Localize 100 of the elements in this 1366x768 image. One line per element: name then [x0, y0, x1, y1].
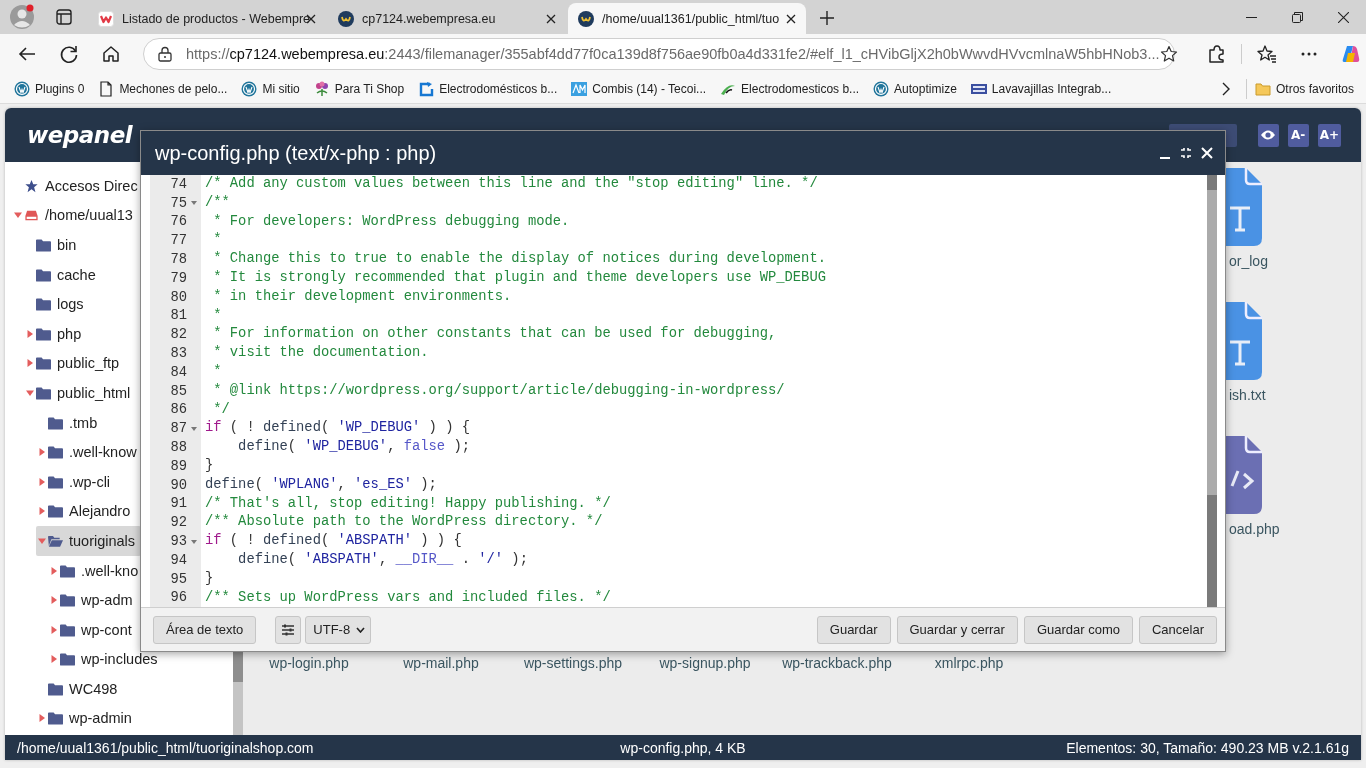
- expand-arrow-icon[interactable]: [38, 477, 46, 486]
- expand-arrow-icon[interactable]: [50, 655, 58, 664]
- code-line: *: [212, 306, 223, 325]
- file-name[interactable]: oad.php: [1229, 521, 1299, 537]
- tree-item[interactable]: .tmb: [36, 407, 104, 438]
- fold-arrow-icon[interactable]: [191, 201, 197, 206]
- bookmark[interactable]: Mi sitio: [237, 80, 304, 97]
- file-name[interactable]: xmlrpc.php: [934, 655, 1004, 671]
- code-line: /* Add any custom values between this line and the "stop editing" line. */: [205, 175, 819, 193]
- bookmark[interactable]: Electrodomesticos b...: [716, 80, 864, 97]
- logo: wepanel: [27, 122, 133, 148]
- font-size-button[interactable]: A-: [1287, 123, 1309, 147]
- fullscreen-icon[interactable]: [1180, 147, 1192, 159]
- tree-item[interactable]: .wp-cli: [36, 466, 117, 497]
- lock-icon[interactable]: [158, 46, 172, 62]
- tree-item[interactable]: Accesos Direc: [12, 171, 144, 201]
- profile-icon[interactable]: [9, 4, 35, 30]
- bookmark[interactable]: Combis (14) - Tecoi...: [567, 80, 711, 97]
- expand-arrow-icon[interactable]: [14, 211, 22, 220]
- expand-arrow-icon[interactable]: [38, 714, 46, 723]
- expand-arrow-icon[interactable]: [26, 329, 34, 338]
- bookmark[interactable]: Autoptimize: [869, 80, 961, 97]
- close-icon[interactable]: [546, 13, 556, 24]
- extensions-icon[interactable]: [1206, 44, 1226, 64]
- bookmark[interactable]: Plugins 0: [10, 80, 89, 97]
- preview-button[interactable]: [1257, 123, 1279, 147]
- tree-item[interactable]: bin: [24, 230, 83, 260]
- file-name[interactable]: wp-mail.php: [403, 655, 479, 671]
- folder-icon: [48, 681, 63, 696]
- file-name[interactable]: or_log: [1229, 253, 1299, 269]
- file-name[interactable]: wp-trackback.php: [782, 655, 892, 671]
- file-name[interactable]: wp-login.php: [269, 655, 349, 671]
- folder-summary: Elementos: 30, Tamaño: 490.23 MB v.2.1.61g: [1066, 739, 1349, 756]
- tree-item[interactable]: public_ftp: [24, 348, 126, 379]
- address-field[interactable]: https://cp7124.webempresa.eu:2443/filemanager/355abf4dd77f0ca139d8f756ae90fb0a4d331fe2/#elf_l1_cHVibGljX2h0bWwvdHVvcmlnaW5hbHNob3...: [143, 38, 1175, 70]
- file-name[interactable]: ish.txt: [1229, 387, 1299, 403]
- font-size-button[interactable]: A+: [1317, 123, 1341, 147]
- browser-tab[interactable]: cp7124.webempresa.eu: [328, 3, 566, 34]
- expand-arrow-icon[interactable]: [50, 596, 58, 605]
- fold-arrow-icon[interactable]: [191, 426, 197, 431]
- dialog-button[interactable]: Guardar y cerrar: [896, 615, 1018, 644]
- tab-actions-icon[interactable]: [56, 9, 72, 25]
- expand-arrow-icon[interactable]: [38, 507, 46, 516]
- line-number: 96: [169, 590, 187, 606]
- browser-tab[interactable]: Listado de productos - Webempre: [88, 3, 326, 34]
- new-tab-icon[interactable]: [820, 11, 834, 25]
- bookmark[interactable]: Para Ti Shop: [309, 80, 409, 97]
- favorites-icon[interactable]: [1257, 44, 1277, 64]
- expand-arrow-icon[interactable]: [50, 625, 58, 634]
- file-name[interactable]: wp-settings.php: [523, 655, 623, 671]
- fold-arrow-icon[interactable]: [191, 539, 197, 544]
- code-line: * For developers: WordPress debugging mode.: [212, 212, 571, 231]
- bookmark[interactable]: Electrodomésticos b...: [414, 80, 562, 97]
- tree-item[interactable]: .well-kno: [48, 555, 145, 586]
- line-number: 75: [169, 195, 187, 211]
- bookmark-folder[interactable]: Otros favoritos: [1250, 80, 1358, 97]
- eye-icon: [1260, 129, 1277, 141]
- code-line: if ( ! defined( 'WP_DEBUG' ) ) {: [205, 419, 471, 438]
- dialog-button[interactable]: Guardar como: [1023, 615, 1133, 644]
- tree-item[interactable]: wp-adm: [48, 585, 139, 615]
- line-number: 93: [169, 534, 187, 550]
- tree-item[interactable]: logs: [24, 289, 90, 319]
- browser-tab[interactable]: /home/uual1361/public_html/tuo: [568, 3, 806, 34]
- open-folder-icon: [48, 533, 63, 548]
- text-area-button[interactable]: Área de texto: [153, 615, 257, 644]
- tree-item[interactable]: WC498: [36, 674, 124, 704]
- expand-arrow-icon[interactable]: [26, 359, 34, 368]
- assistant-icon[interactable]: [1341, 44, 1361, 64]
- scrollbar[interactable]: [1207, 175, 1217, 607]
- tree-item[interactable]: wp-admin: [36, 703, 138, 734]
- tree-item[interactable]: public_html: [24, 378, 137, 408]
- bookmark[interactable]: Lavavajillas Integrab...: [966, 80, 1116, 97]
- favorite-star-icon[interactable]: [1159, 45, 1178, 63]
- restore-icon[interactable]: [1291, 11, 1303, 23]
- tree-item[interactable]: wp-includes: [48, 644, 164, 675]
- tree-item[interactable]: php: [24, 318, 88, 349]
- tree-item[interactable]: tuoriginals: [36, 526, 142, 556]
- expand-arrow-icon[interactable]: [50, 566, 58, 575]
- site-icon: [98, 10, 114, 27]
- code-line: */: [212, 400, 231, 419]
- expand-arrow-icon[interactable]: [26, 388, 34, 397]
- file-name[interactable]: wp-signup.php: [659, 655, 751, 671]
- settings-button[interactable]: [275, 615, 302, 644]
- expand-arrow-icon[interactable]: [38, 448, 46, 457]
- folder-icon: [60, 593, 75, 608]
- folder-icon: [48, 711, 63, 726]
- tree-item[interactable]: .well-know: [36, 437, 143, 467]
- dialog-button[interactable]: Guardar: [816, 615, 891, 644]
- tree-item[interactable]: wp-cont: [48, 614, 138, 645]
- home-icon[interactable]: [100, 43, 122, 65]
- bookmark[interactable]: Mechones de pelo...: [94, 80, 232, 97]
- tree-item[interactable]: /home/uual13: [12, 200, 139, 231]
- tree-item[interactable]: cache: [24, 259, 102, 290]
- line-number: 84: [169, 364, 187, 380]
- close-icon[interactable]: [1337, 11, 1349, 23]
- dialog-button[interactable]: Cancelar: [1138, 615, 1217, 644]
- close-icon[interactable]: [786, 13, 796, 24]
- tree-item[interactable]: Alejandro: [36, 496, 137, 527]
- reload-icon[interactable]: [58, 43, 80, 65]
- encoding-select[interactable]: UTF-8: [305, 615, 372, 644]
